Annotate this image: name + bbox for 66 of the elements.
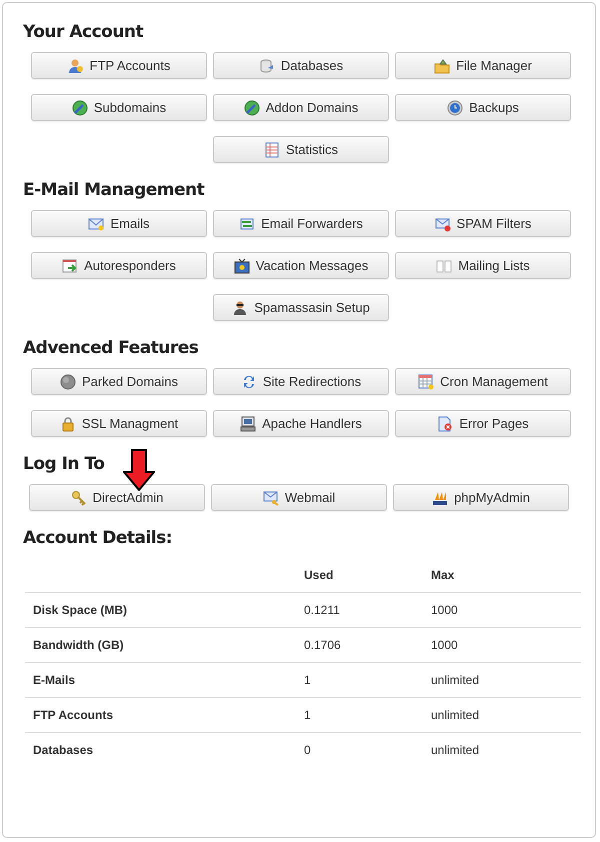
- nav-button[interactable]: Backups: [395, 94, 571, 121]
- folder-icon: [434, 58, 450, 74]
- computer-icon: [240, 416, 256, 432]
- nav-button[interactable]: Emails: [31, 210, 207, 237]
- person-icon: [232, 300, 248, 316]
- down-arrow-icon: [123, 449, 155, 491]
- row-label: Bandwidth (GB): [25, 628, 296, 662]
- nav-button[interactable]: Site Redirections: [213, 368, 389, 395]
- nav-button[interactable]: Statistics: [213, 136, 389, 163]
- nav-button[interactable]: Parked Domains: [31, 368, 207, 395]
- nav-button[interactable]: Vacation Messages: [213, 252, 389, 279]
- table-cell: unlimited: [423, 732, 581, 767]
- section-heading: E-Mail Management: [23, 179, 204, 201]
- row-label: E-Mails: [25, 662, 296, 698]
- padlock-icon: [60, 416, 76, 432]
- table-cell: 1: [296, 698, 423, 732]
- table-cell: 1000: [423, 592, 581, 628]
- nav-button[interactable]: FTP Accounts: [31, 52, 207, 79]
- column-header: Max: [423, 558, 581, 592]
- nav-button[interactable]: DirectAdmin: [29, 484, 205, 511]
- table-cell: 0: [296, 732, 423, 767]
- circle-icon: [60, 374, 76, 390]
- table-cell: unlimited: [423, 698, 581, 732]
- section-heading: Log In To: [23, 453, 104, 475]
- table-cell: 0.1211: [296, 592, 423, 628]
- row-label: FTP Accounts: [25, 698, 296, 732]
- envelope-icon: [88, 216, 104, 232]
- book-icon: [436, 258, 452, 274]
- column-header: Used: [296, 558, 423, 592]
- nav-button[interactable]: Databases: [213, 52, 389, 79]
- calendar-icon: [418, 374, 434, 390]
- nav-button[interactable]: File Manager: [395, 52, 571, 79]
- table-cell: 1000: [423, 628, 581, 662]
- nav-button[interactable]: Error Pages: [395, 410, 571, 437]
- table-cell: 0.1706: [296, 628, 423, 662]
- globe-icon: [72, 100, 88, 116]
- key-icon: [70, 490, 87, 506]
- table-icon: [264, 142, 280, 158]
- nav-button[interactable]: Mailing Lists: [395, 252, 571, 279]
- row-label: Disk Space (MB): [25, 592, 296, 628]
- table-cell: unlimited: [423, 662, 581, 698]
- section-heading: Your Account: [23, 21, 144, 43]
- nav-button[interactable]: Spamassasin Setup: [213, 294, 389, 321]
- nav-button[interactable]: Webmail: [211, 484, 387, 511]
- nav-button[interactable]: Apache Handlers: [213, 410, 389, 437]
- nav-button[interactable]: SPAM Filters: [395, 210, 571, 237]
- nav-button[interactable]: phpMyAdmin: [393, 484, 569, 511]
- envelope-icon: [434, 216, 451, 232]
- clock-icon: [447, 100, 464, 116]
- envelope-key-icon: [262, 490, 279, 506]
- person-icon: [68, 58, 84, 74]
- nav-button[interactable]: Cron Management: [395, 368, 571, 395]
- section-heading: Advenced Features: [23, 337, 198, 359]
- database-icon: [258, 58, 275, 74]
- nav-button[interactable]: Subdomains: [31, 94, 207, 121]
- table-cell: 1: [296, 662, 423, 698]
- nav-button[interactable]: Addon Domains: [213, 94, 389, 121]
- nav-button[interactable]: SSL Managment: [31, 410, 207, 437]
- document-error-icon: [437, 416, 454, 432]
- tv-icon: [234, 258, 250, 274]
- sails-logo-icon: [432, 490, 448, 506]
- nav-button[interactable]: Email Forwarders: [213, 210, 389, 237]
- section-heading: Account Details:: [23, 527, 172, 549]
- nav-button[interactable]: Autoresponders: [31, 252, 207, 279]
- row-label: Databases: [25, 732, 296, 767]
- globe-icon: [244, 100, 260, 116]
